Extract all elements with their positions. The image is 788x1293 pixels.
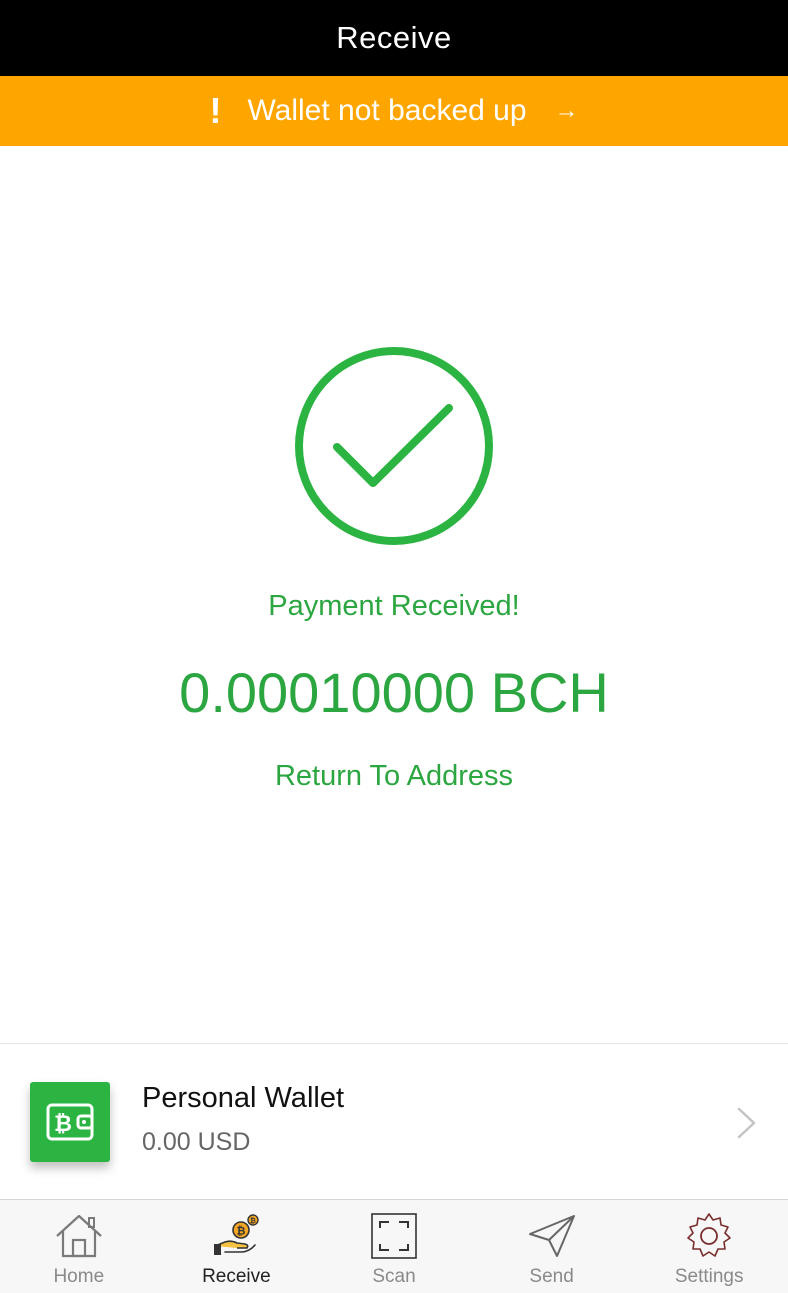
tab-receive[interactable]: ₿ ₿ Receive: [158, 1200, 316, 1293]
backup-warning-banner[interactable]: ! Wallet not backed up →: [0, 76, 788, 146]
tab-send[interactable]: Send: [473, 1200, 631, 1293]
tab-label: Receive: [202, 1266, 271, 1287]
bitcoin-wallet-icon: ₿: [30, 1082, 110, 1162]
tab-label: Scan: [372, 1266, 416, 1287]
return-to-address-link[interactable]: Return To Address: [0, 760, 788, 793]
home-icon: [56, 1214, 102, 1258]
payment-received-title: Payment Received!: [268, 590, 520, 622]
wallet-name: Personal Wallet: [142, 1082, 345, 1114]
svg-text:₿: ₿: [237, 1226, 246, 1238]
tab-label: Settings: [674, 1266, 744, 1287]
receive-coin-hand-icon: ₿ ₿: [214, 1214, 260, 1255]
title-bar: Receive: [0, 0, 788, 76]
payment-amount: 0.00010000 BCH: [179, 661, 609, 724]
tab-label: Send: [529, 1266, 574, 1287]
tab-scan[interactable]: Scan: [315, 1200, 473, 1293]
tab-home[interactable]: Home: [0, 1200, 158, 1293]
send-paper-plane-icon: [528, 1215, 575, 1257]
bottom-tab-bar: Home ₿ ₿ Receive Scan Send Settings: [0, 1199, 788, 1293]
warning-icon: !: [209, 90, 222, 131]
tab-settings[interactable]: Settings: [630, 1200, 788, 1293]
gear-icon: [687, 1213, 731, 1257]
arrow-right-icon: →: [554, 97, 579, 124]
checkmark-circle-icon: [295, 347, 493, 545]
svg-text:₿: ₿: [251, 1217, 257, 1225]
page-title: Receive: [336, 20, 452, 55]
wallet-balance: 0.00 USD: [142, 1128, 251, 1156]
wallet-selector[interactable]: ₿ Personal Wallet 0.00 USD: [0, 1043, 788, 1200]
backup-warning-text: Wallet not backed up: [247, 94, 527, 127]
chevron-right-icon: [737, 1107, 756, 1139]
scan-frame-icon: [371, 1213, 417, 1259]
tab-label: Home: [53, 1266, 105, 1287]
svg-text:₿: ₿: [54, 1111, 72, 1136]
